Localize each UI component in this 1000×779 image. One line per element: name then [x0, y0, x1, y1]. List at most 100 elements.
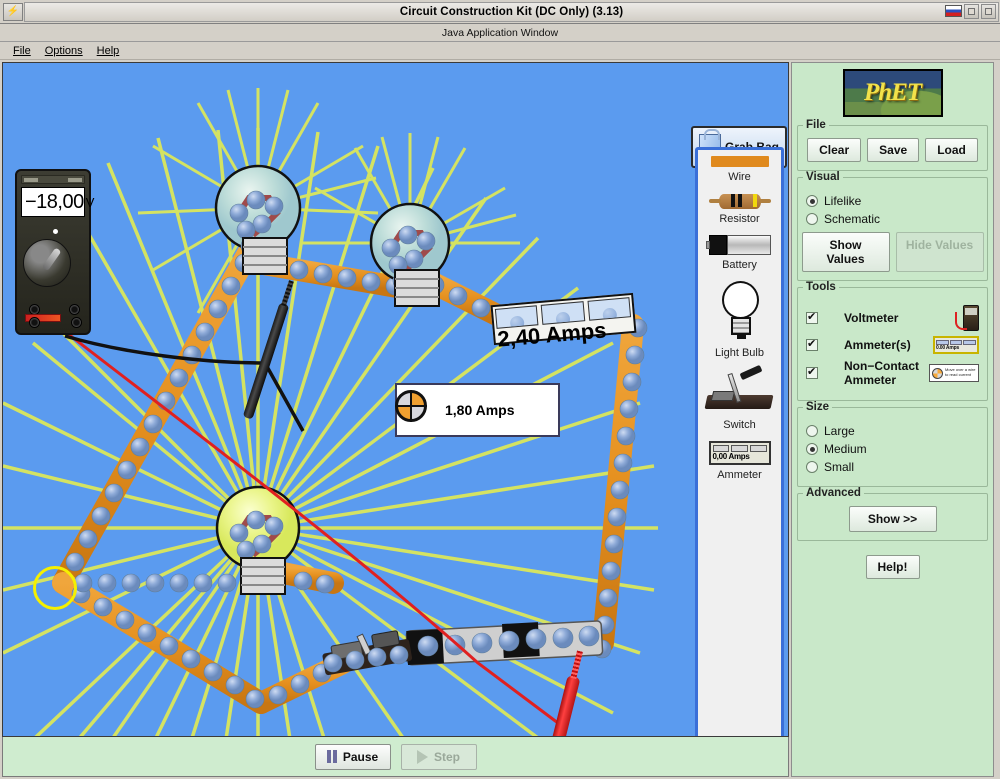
- ammeter-preview-icon: 0.00 Amps: [933, 336, 979, 354]
- series-ammeter[interactable]: 2,40 Amps: [490, 292, 637, 352]
- tool-voltmeter-row[interactable]: Voltmeter: [806, 305, 979, 331]
- non-contact-ammeter-reading: 1,80 Amps: [445, 402, 515, 418]
- pause-button[interactable]: Pause: [314, 743, 391, 770]
- size-group-legend: Size: [803, 401, 833, 413]
- visual-group-legend: Visual: [803, 171, 843, 183]
- file-button-row: Clear Save Load: [806, 138, 979, 162]
- maximize-button[interactable]: [964, 3, 979, 19]
- toolbox-item-resistor[interactable]: Resistor: [702, 193, 777, 225]
- toolbox-item-switch[interactable]: Switch: [702, 364, 777, 431]
- pause-icon: [326, 750, 337, 763]
- radio-size-large-label: Large: [824, 424, 855, 438]
- toolbox-item-battery[interactable]: Battery: [702, 235, 777, 271]
- radio-size-large[interactable]: Large: [806, 424, 979, 438]
- help-button[interactable]: Help!: [865, 555, 920, 579]
- voltmeter-jack-com[interactable]: [69, 304, 80, 315]
- tool-ammeter-row[interactable]: Ammeter(s) 0.00 Amps: [806, 336, 979, 354]
- clear-button[interactable]: Clear: [807, 138, 862, 162]
- voltmeter-jack-vohm[interactable]: [29, 317, 40, 328]
- light-bulb-2-glass: [369, 202, 451, 284]
- menu-help-label: Help: [96, 44, 120, 57]
- show-values-button[interactable]: Show Values: [801, 232, 890, 272]
- ammeter-preview-value: 0.00 Amps: [936, 344, 960, 351]
- advanced-button-row: Show >>: [806, 506, 979, 532]
- toolbox-item-light-bulb[interactable]: Light Bulb: [702, 281, 777, 359]
- non-contact-ammeter-preview-icon: Move over a wire to read current: [929, 364, 979, 382]
- light-bulb-1-glass: [214, 164, 302, 252]
- switch-graphic: [322, 630, 413, 676]
- menu-file[interactable]: File: [6, 44, 38, 58]
- toolbox-item-wire[interactable]: Wire: [702, 156, 777, 183]
- toolbox-item-ammeter[interactable]: 0,00 Amps Ammeter: [702, 441, 777, 481]
- tools-group: Tools Voltmeter Ammeter(s) 0.00 Amps Non…: [797, 281, 988, 401]
- radio-schematic[interactable]: Schematic: [806, 212, 979, 226]
- menu-options-label: Options: [44, 44, 83, 57]
- toolbox-label-ammeter: Ammeter: [717, 469, 762, 481]
- ammeter-checkbox[interactable]: [806, 337, 818, 351]
- menu-help[interactable]: Help: [90, 44, 127, 58]
- load-button[interactable]: Load: [925, 138, 978, 162]
- menu-bar: File Options Help: [0, 42, 1000, 60]
- radio-schematic-label: Schematic: [824, 212, 881, 226]
- radio-size-medium-indicator: [806, 443, 818, 455]
- lightning-icon[interactable]: ⚡: [3, 2, 23, 21]
- values-button-row: Show Values Hide Values: [801, 232, 984, 272]
- window-title: Circuit Construction Kit (DC Only) (3.13…: [399, 5, 624, 18]
- selected-junction-highlight[interactable]: [33, 566, 77, 610]
- restore-button[interactable]: [981, 3, 996, 19]
- voltmeter-display: −18,00 V: [21, 187, 94, 217]
- non-contact-ammeter-preview-text: Move over a wire to read current: [945, 367, 976, 377]
- radio-lifelike-label: Lifelike: [824, 194, 862, 208]
- step-button[interactable]: Step: [400, 743, 477, 770]
- advanced-show-button[interactable]: Show >>: [848, 506, 937, 532]
- non-contact-ammeter-checkbox[interactable]: [806, 365, 818, 379]
- step-label: Step: [433, 749, 460, 764]
- file-group-legend: File: [803, 119, 829, 131]
- advanced-group: Advanced Show >>: [797, 487, 988, 541]
- hide-values-button[interactable]: Hide Values: [895, 232, 984, 272]
- visual-group: Visual Lifelike Schematic Show Values Hi…: [797, 171, 988, 281]
- voltmeter-device[interactable]: −18,00 V: [15, 169, 94, 335]
- component-toolbox[interactable]: Wire Resistor Battery Light Bulb Switch …: [695, 147, 784, 736]
- pause-label: Pause: [342, 749, 379, 764]
- save-button[interactable]: Save: [867, 138, 920, 162]
- java-applet-bar: Java Application Window: [0, 24, 1000, 42]
- menu-options[interactable]: Options: [38, 44, 90, 58]
- radio-size-small-indicator: [806, 461, 818, 473]
- title-bar-buttons: [945, 3, 996, 19]
- voltmeter-jack-ground[interactable]: [71, 317, 82, 328]
- radio-size-large-indicator: [806, 425, 818, 437]
- voltmeter-checkbox[interactable]: [806, 310, 818, 324]
- phet-logo-text: PhET: [863, 79, 922, 106]
- voltmeter-reading: −18,00: [25, 190, 84, 213]
- russia-flag-icon[interactable]: [945, 5, 962, 17]
- toolbox-label-battery: Battery: [722, 259, 757, 271]
- radio-schematic-indicator: [806, 213, 818, 225]
- non-contact-ammeter-sensor-icon[interactable]: [395, 390, 427, 422]
- radio-size-medium-label: Medium: [824, 442, 867, 456]
- file-group: File Clear Save Load: [797, 119, 988, 171]
- voltmeter-checkbox-label: Voltmeter: [844, 311, 899, 325]
- voltmeter-dial[interactable]: [23, 239, 71, 287]
- simulation-controls: Pause Step: [2, 737, 789, 777]
- tools-group-legend: Tools: [803, 281, 839, 293]
- ammeter-checkbox-label: Ammeter(s): [844, 338, 911, 352]
- help-button-row: Help!: [797, 555, 988, 579]
- battery-group: [405, 620, 604, 666]
- light-bulb-3-glass: [215, 485, 301, 571]
- non-contact-ammeter-checkbox-label: Non−Contact Ammeter: [844, 359, 919, 387]
- circuit-canvas[interactable]: −18,00 V 2,40 Amps 1,80 Amps Grab B: [2, 62, 789, 737]
- radio-size-small[interactable]: Small: [806, 460, 979, 474]
- light-bulb-1-base: [242, 237, 288, 275]
- voltmeter-black-probe[interactable]: [242, 302, 290, 420]
- tool-non-contact-ammeter-row[interactable]: Non−Contact Ammeter Move over a wire to …: [806, 359, 979, 387]
- toolbox-label-wire: Wire: [728, 171, 751, 183]
- title-bar-caption: Circuit Construction Kit (DC Only) (3.13…: [24, 1, 999, 22]
- radio-lifelike[interactable]: Lifelike: [806, 194, 979, 208]
- voltmeter-red-probe[interactable]: [542, 674, 581, 736]
- toolbox-label-light-bulb: Light Bulb: [715, 347, 764, 359]
- wire-icon: [710, 156, 769, 167]
- advanced-group-legend: Advanced: [803, 487, 864, 499]
- step-icon: [416, 749, 428, 764]
- radio-size-medium[interactable]: Medium: [806, 442, 979, 456]
